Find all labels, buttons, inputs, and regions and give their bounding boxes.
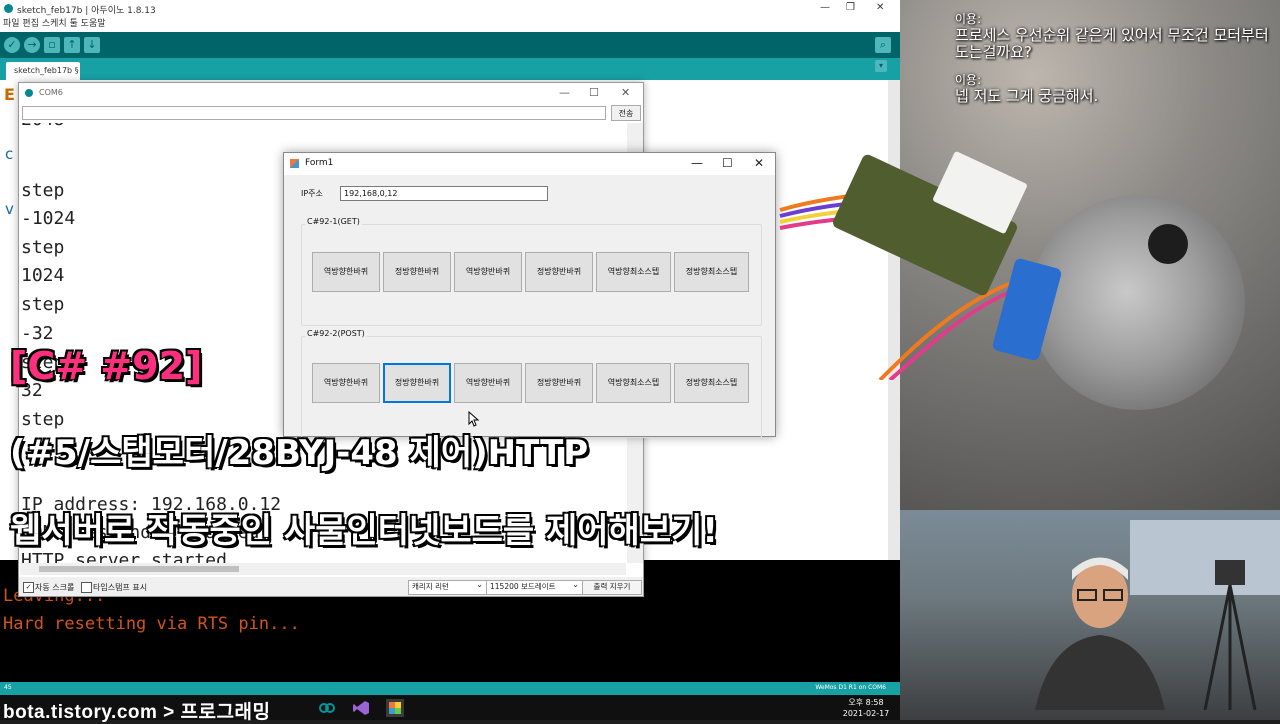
- post-forward-half-button[interactable]: 정방향반바퀴: [525, 363, 593, 403]
- taskbar-clock[interactable]: 오후 8:58 2021-02-17: [836, 697, 896, 719]
- editor-gutter-glyph: v: [5, 200, 14, 218]
- clock-time: 오후 8:58: [848, 698, 884, 707]
- ide-menubar[interactable]: 파일 편집 스케치 툴 도움말: [0, 17, 900, 32]
- serial-line: -1024: [21, 208, 76, 229]
- line-ending-select[interactable]: 캐리지 리턴: [408, 579, 487, 595]
- chat-message: 넵 저도 그게 궁금해서.: [955, 87, 1099, 105]
- overlay-title-line1: [C# #92]: [9, 343, 203, 389]
- hscroll-thumb[interactable]: [39, 566, 239, 572]
- serial-line: step: [21, 237, 65, 258]
- get-reverse-half-button[interactable]: 역방향반바퀴: [454, 252, 522, 292]
- serial-send-input[interactable]: [22, 106, 606, 120]
- chat-username: 이용:: [955, 12, 982, 26]
- form-app-icon: [290, 159, 299, 168]
- verify-icon[interactable]: ✓: [4, 37, 20, 53]
- baud-rate-select[interactable]: 115200 보드레이트: [486, 579, 583, 595]
- serial-monitor-title: COM6: [39, 88, 63, 97]
- sketch-tab[interactable]: sketch_feb17b §: [6, 62, 80, 80]
- ide-titlebar: sketch_feb17b | 아두이노 1.8.13 — ❐ ✕: [0, 0, 900, 17]
- overlay-title-line2: (#5/스탭모터/28BYJ-48 제어)HTTP: [9, 432, 589, 474]
- ide-statusbar: 45 WeMos D1 R1 on COM6: [0, 682, 900, 695]
- editor-gutter-glyph: c: [5, 145, 14, 163]
- minimize-icon[interactable]: —: [691, 156, 703, 170]
- save-sketch-icon[interactable]: ↓: [84, 37, 100, 53]
- console-line: Hard resetting via RTS pin...: [3, 614, 300, 634]
- serial-line: 2048: [21, 123, 64, 130]
- maximize-icon[interactable]: ❐: [846, 2, 855, 13]
- autoscroll-label: 자동 스크롤: [35, 583, 75, 592]
- minimize-icon[interactable]: —: [559, 86, 570, 99]
- overlay-title-line3: 웹서버로 작동중인 사물인터넷보드를 제어해보기!: [9, 510, 719, 552]
- tab-menu-icon[interactable]: ▾: [875, 60, 887, 72]
- open-sketch-icon[interactable]: ↑: [64, 37, 80, 53]
- stepper-motor-shaft: [1148, 224, 1188, 264]
- timestamp-label: 타임스탬프 표시: [93, 583, 148, 592]
- maximize-icon[interactable]: ☐: [589, 86, 599, 99]
- send-button[interactable]: 전송: [611, 105, 641, 121]
- minimize-icon[interactable]: —: [820, 2, 830, 13]
- get-forward-min-step-button[interactable]: 정방향최소스텝: [674, 252, 749, 292]
- form1-titlebar: Form1 — ☐ ✕: [284, 153, 775, 175]
- serial-line: HTTP server started: [21, 550, 227, 564]
- serial-line: -32: [21, 323, 54, 344]
- post-reverse-min-step-button[interactable]: 역방향최소스텝: [596, 363, 671, 403]
- upload-icon[interactable]: →: [24, 37, 40, 53]
- ip-address-input[interactable]: 192,168,0,12: [340, 186, 548, 201]
- streamer-figure: [1035, 557, 1165, 710]
- post-reverse-full-button[interactable]: 역방향한바퀴: [312, 363, 380, 403]
- ip-label: IP주소: [301, 189, 323, 198]
- arduino-logo-icon: [4, 4, 13, 13]
- arduino-logo-icon: [25, 89, 33, 97]
- maximize-icon[interactable]: ☐: [722, 156, 733, 170]
- status-line-number: 45: [4, 684, 12, 691]
- chat-message: 프로세스 우선순위 같은게 있어서 무조건 모터부터 도는걸까요?: [955, 26, 1269, 61]
- group-post-label: C#92-2(POST): [305, 329, 367, 338]
- get-reverse-full-button[interactable]: 역방향한바퀴: [312, 252, 380, 292]
- live-chat: 이용: 프로세스 우선순위 같은게 있어서 무조건 모터부터 도는걸까요? 이용…: [955, 8, 1275, 118]
- close-icon[interactable]: ✕: [621, 86, 630, 99]
- post-forward-min-step-button[interactable]: 정방향최소스텝: [674, 363, 749, 403]
- status-board: WeMos D1 R1 on COM6: [815, 684, 886, 691]
- form1-title: Form1: [305, 158, 334, 168]
- form1-window: Form1 — ☐ ✕ IP주소 192,168,0,12 C#92-1(GET…: [283, 152, 776, 438]
- chat-username: 이용:: [955, 73, 982, 87]
- get-forward-full-button[interactable]: 정방향한바퀴: [383, 252, 451, 292]
- post-reverse-half-button[interactable]: 역방향반바퀴: [454, 363, 522, 403]
- arduino-taskbar-icon[interactable]: [318, 699, 336, 717]
- timestamp-checkbox[interactable]: [81, 582, 92, 593]
- get-forward-half-button[interactable]: 정방향반바퀴: [525, 252, 593, 292]
- serial-monitor-icon[interactable]: ⌕: [875, 37, 891, 53]
- serial-line: 1024: [21, 265, 65, 286]
- new-sketch-icon[interactable]: ▫: [44, 37, 60, 53]
- serial-monitor-titlebar: COM6 — ☐ ✕: [19, 83, 643, 103]
- clear-output-button[interactable]: 출력 지우기: [582, 580, 642, 595]
- serial-line: step: [21, 180, 65, 201]
- form-app-taskbar-icon[interactable]: [386, 699, 404, 717]
- serial-line: step: [21, 294, 65, 315]
- autoscroll-checkbox[interactable]: ✓: [23, 582, 34, 593]
- post-forward-full-button[interactable]: 정방향한바퀴: [383, 363, 451, 403]
- camera-tripod: [1203, 560, 1257, 710]
- clock-date: 2021-02-17: [842, 709, 890, 718]
- get-reverse-min-step-button[interactable]: 역방향최소스텝: [596, 252, 671, 292]
- close-icon[interactable]: ✕: [876, 2, 884, 13]
- ide-toolbar: ✓ → ▫ ↑ ↓ ⌕: [0, 32, 900, 58]
- group-get-label: C#92-1(GET): [305, 217, 362, 226]
- editor-gutter-glyph: E: [4, 85, 15, 104]
- ide-title: sketch_feb17b | 아두이노 1.8.13: [17, 6, 156, 16]
- serial-monitor-footer: ✓ 자동 스크롤 타임스탬프 표시 캐리지 리턴 115200 보드레이트 출력…: [19, 577, 643, 596]
- stepper-motor: [1030, 195, 1245, 410]
- close-icon[interactable]: ✕: [754, 156, 764, 170]
- ide-tabbar: ▾: [0, 58, 900, 80]
- visual-studio-taskbar-icon[interactable]: [352, 699, 370, 717]
